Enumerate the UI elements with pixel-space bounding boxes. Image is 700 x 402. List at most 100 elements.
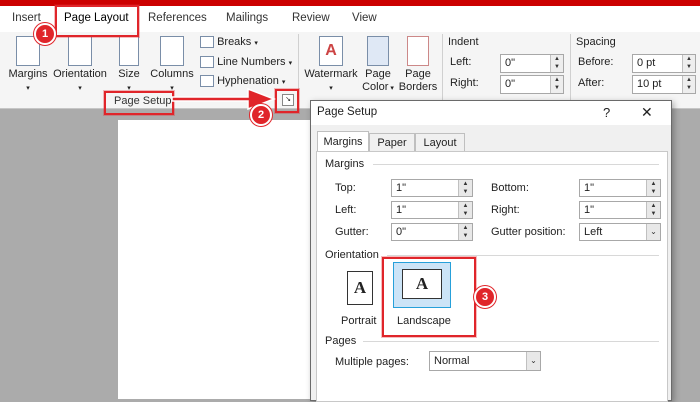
help-button[interactable]: ? <box>603 105 610 120</box>
size-label: Size <box>118 68 140 80</box>
watermark-icon: A <box>319 36 343 66</box>
gutter-input[interactable]: 0" ▲ ▼ <box>391 223 473 241</box>
spacing-after-value: 10 pt <box>637 78 662 90</box>
portrait-label: Portrait <box>341 315 377 327</box>
watermark-label: Watermark <box>304 68 358 80</box>
separator <box>442 34 443 104</box>
watermark-button[interactable]: A Watermark ▾ <box>302 36 360 95</box>
right-margin-input[interactable]: 1" ▲ ▼ <box>579 201 661 219</box>
highlight-page-layout-tab <box>55 5 139 37</box>
tab-insert[interactable]: Insert <box>12 12 41 24</box>
spin-arrows-icon[interactable]: ▲ ▼ <box>550 76 563 93</box>
indent-left-label: Left: <box>450 56 472 68</box>
indent-right-input[interactable]: 0" ▲ ▼ <box>500 75 564 94</box>
portrait-option[interactable]: A <box>341 267 377 307</box>
page-color-button[interactable]: Page Color ▾ <box>360 36 396 95</box>
tab-review[interactable]: Review <box>292 12 330 24</box>
top-margin-input[interactable]: 1" ▲ ▼ <box>391 179 473 197</box>
spacing-before-input[interactable]: 0 pt ▲ ▼ <box>632 54 696 73</box>
top-label: Top: <box>335 182 356 194</box>
tab-mailings[interactable]: Mailings <box>226 12 268 24</box>
breaks-button[interactable]: Breaks ▾ <box>200 36 258 49</box>
indent-left-value: 0" <box>505 57 516 69</box>
left-label: Left: <box>335 204 357 216</box>
gutter-position-label: Gutter position: <box>491 226 566 238</box>
step-badge: 3 <box>474 286 496 308</box>
page-setup-dialog: Page Setup ? ✕ Margins Paper Layout Marg… <box>310 100 672 402</box>
right-margin-value: 1" <box>584 204 595 216</box>
bottom-margin-input[interactable]: 1" ▲ ▼ <box>579 179 661 197</box>
indent-title: Indent <box>448 36 479 48</box>
page-color-label-2: Color <box>362 81 389 93</box>
multiple-pages-select[interactable]: Normal ⌄ <box>429 351 541 371</box>
divider <box>387 255 659 256</box>
orientation-icon <box>68 36 92 66</box>
page-borders-button[interactable]: Page Borders <box>398 36 438 94</box>
gutter-label: Gutter: <box>335 226 369 238</box>
page-borders-icon <box>407 36 429 66</box>
line-numbers-button[interactable]: Line Numbers ▾ <box>200 56 292 69</box>
indent-right-label: Right: <box>450 77 479 89</box>
breaks-label: Breaks <box>217 36 252 48</box>
spin-arrows-icon[interactable]: ▲ ▼ <box>682 55 695 72</box>
highlight-launcher <box>275 89 299 113</box>
divider <box>373 164 659 165</box>
bottom-label: Bottom: <box>491 182 529 194</box>
margins-panel: Margins Top: 1" ▲ ▼ Bottom: 1" ▲ ▼ Left: 1" ▲… <box>316 151 668 402</box>
indent-left-input[interactable]: 0" ▲ ▼ <box>500 54 564 73</box>
multiple-pages-value: Normal <box>434 355 470 367</box>
spacing-after-input[interactable]: 10 pt ▲ ▼ <box>632 75 696 94</box>
page-color-icon <box>367 36 389 66</box>
pages-group-label: Pages <box>325 335 357 347</box>
gutter-value: 0" <box>396 226 407 238</box>
spin-arrows-icon[interactable]: ▲ ▼ <box>646 202 660 218</box>
page-color-label-1: Page <box>365 68 391 80</box>
spin-arrows-icon[interactable]: ▲ ▼ <box>458 224 472 240</box>
line-numbers-icon <box>200 56 214 69</box>
orientation-label: Orientation <box>53 68 107 80</box>
dialog-title: Page Setup <box>317 106 378 118</box>
gutter-position-select[interactable]: Left ⌄ <box>579 223 661 241</box>
highlight-page-setup-group <box>104 91 174 115</box>
spacing-after-label: After: <box>578 77 605 89</box>
spacing-before-label: Before: <box>578 56 614 68</box>
chevron-down-icon[interactable]: ⌄ <box>526 352 540 370</box>
size-button[interactable]: Size ▾ <box>112 36 146 95</box>
step-badge: 2 <box>250 104 272 126</box>
breaks-icon <box>200 36 214 49</box>
spin-arrows-icon[interactable]: ▲ ▼ <box>550 55 563 72</box>
left-margin-value: 1" <box>396 204 407 216</box>
page-borders-label-1: Page <box>405 68 431 80</box>
highlight-landscape <box>382 257 476 337</box>
indent-right-value: 0" <box>505 78 516 90</box>
portrait-page-icon: A <box>347 271 373 305</box>
spin-arrows-icon[interactable]: ▲ ▼ <box>458 202 472 218</box>
orientation-button[interactable]: Orientation ▾ <box>50 36 110 95</box>
right-label: Right: <box>491 204 520 216</box>
columns-icon <box>160 36 184 66</box>
orientation-group-label: Orientation <box>325 249 379 261</box>
gutter-position-value: Left <box>584 226 603 238</box>
step-badge: 1 <box>34 23 56 45</box>
margins-group-label: Margins <box>325 158 365 170</box>
spacing-title: Spacing <box>576 36 616 48</box>
spin-arrows-icon[interactable]: ▲ ▼ <box>458 180 472 196</box>
divider <box>363 341 659 342</box>
tab-layout[interactable]: Layout <box>415 133 465 152</box>
spin-arrows-icon[interactable]: ▲ ▼ <box>682 76 695 93</box>
spin-arrows-icon[interactable]: ▲ ▼ <box>646 180 660 196</box>
tab-paper[interactable]: Paper <box>369 133 415 152</box>
columns-label: Columns <box>150 68 194 80</box>
separator <box>570 34 571 104</box>
bottom-margin-value: 1" <box>584 182 595 194</box>
page-borders-label-2: Borders <box>398 81 438 93</box>
left-margin-input[interactable]: 1" ▲ ▼ <box>391 201 473 219</box>
tab-margins[interactable]: Margins <box>317 131 369 153</box>
close-icon[interactable]: ✕ <box>641 104 653 121</box>
multiple-pages-label: Multiple pages: <box>335 356 409 368</box>
margins-label: Margins <box>8 68 48 80</box>
size-icon <box>119 36 139 66</box>
chevron-down-icon[interactable]: ⌄ <box>646 224 660 240</box>
tab-view[interactable]: View <box>352 12 377 24</box>
tab-references[interactable]: References <box>148 12 207 24</box>
